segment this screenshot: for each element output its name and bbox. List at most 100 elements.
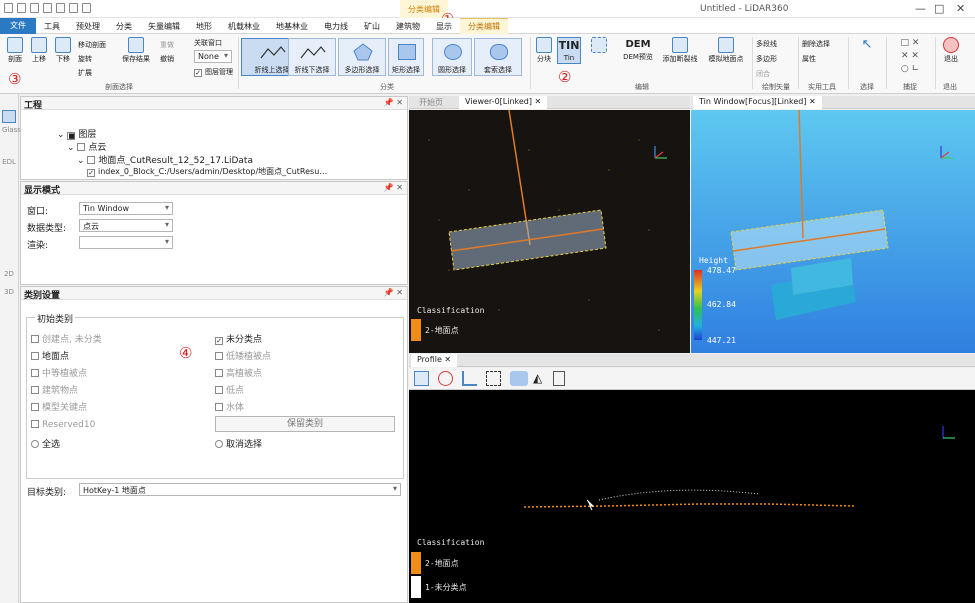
- keep-class-button[interactable]: 保留类别: [215, 416, 395, 432]
- snap-tools[interactable]: □ ✕ ✕ ✕ ○ ∟: [890, 37, 930, 76]
- cut-icon[interactable]: [56, 3, 65, 13]
- polygon-draw-button[interactable]: 多边形: [756, 54, 777, 64]
- tab-start-page[interactable]: 开始页: [413, 96, 449, 109]
- open-icon[interactable]: [17, 3, 26, 13]
- layer-management-checkbox[interactable]: ✓ 图层管理: [194, 67, 233, 77]
- expand-button[interactable]: 扩展: [78, 68, 92, 78]
- report-icon[interactable]: [553, 371, 565, 386]
- select-all-radio[interactable]: 全选: [31, 437, 60, 450]
- paste-icon[interactable]: [69, 3, 78, 13]
- arrow-down-icon: [55, 37, 71, 53]
- menu-terrain[interactable]: 地形: [188, 21, 220, 32]
- menu-powerline[interactable]: 电力线: [316, 21, 356, 32]
- rectangle-select[interactable]: 矩形选择: [388, 38, 424, 76]
- menu-terrestrial-forestry[interactable]: 地基林业: [268, 21, 316, 32]
- tree-block-file[interactable]: ✓ index_0_Block_C:/Users/admin/Desktop/地面…: [87, 166, 327, 177]
- close-shape-button[interactable]: 闭合: [756, 69, 770, 79]
- tab-viewer-0[interactable]: Viewer-0[Linked] ✕: [459, 96, 548, 109]
- maximize-button[interactable]: □: [934, 2, 944, 15]
- polygon-select[interactable]: 多边形选择: [338, 38, 386, 76]
- class-water[interactable]: 水体: [215, 400, 244, 413]
- pin-icon[interactable]: 📌 ✕: [384, 98, 403, 107]
- tin-viewer[interactable]: Height 478.47 462.84 447.21: [691, 110, 975, 353]
- class-ground[interactable]: 地面点: [31, 349, 69, 362]
- save-icon[interactable]: [30, 3, 39, 13]
- new-icon[interactable]: [4, 3, 13, 13]
- minimize-button[interactable]: —: [915, 2, 926, 15]
- menu-classify-edit[interactable]: 分类编辑: [460, 18, 508, 34]
- class-model-keypoint[interactable]: 模型关键点: [31, 400, 87, 413]
- polyline-draw-button[interactable]: 多段线: [756, 39, 777, 49]
- menu-tools[interactable]: 工具: [36, 21, 68, 32]
- move-profile-button[interactable]: 移动剖面: [78, 40, 106, 50]
- redo-button[interactable]: 重做: [160, 40, 174, 50]
- deselect-radio[interactable]: 取消选择: [215, 437, 262, 450]
- window-select[interactable]: Tin Window: [79, 202, 173, 215]
- profile-button[interactable]: 剖面: [4, 37, 26, 64]
- print-icon[interactable]: [82, 3, 91, 13]
- linked-window-select[interactable]: None: [194, 50, 232, 63]
- edl-toggle[interactable]: EDL: [2, 158, 16, 171]
- selection-box-button[interactable]: [586, 37, 612, 55]
- menu-file[interactable]: 文件: [0, 18, 36, 34]
- close-button[interactable]: ✕: [956, 2, 965, 15]
- move-down-button[interactable]: 下移: [52, 37, 74, 64]
- tree-layers[interactable]: ⌄ ■ 图层: [57, 127, 96, 140]
- class-unclassified[interactable]: ✓ 未分类点: [215, 332, 262, 345]
- rotate-view-icon[interactable]: [438, 371, 453, 386]
- pan-tool[interactable]: [2, 110, 16, 123]
- split-button[interactable]: 分块: [535, 37, 553, 64]
- save-result-button[interactable]: 保存结果: [120, 37, 152, 64]
- data-type-select[interactable]: 点云: [79, 219, 173, 232]
- dem-preview-button[interactable]: DEM DEM预览: [620, 37, 656, 62]
- pin-icon[interactable]: 📌 ✕: [384, 183, 403, 192]
- rotate-button[interactable]: 旋转: [78, 54, 92, 64]
- menu-classify[interactable]: 分类: [108, 21, 140, 32]
- class-low-point[interactable]: 低点: [215, 383, 244, 396]
- cube-view-icon[interactable]: [414, 371, 429, 386]
- class-low-vegetation[interactable]: 低矮植被点: [215, 349, 271, 362]
- triangle-icon[interactable]: ◭: [533, 371, 548, 386]
- copy-icon[interactable]: [43, 3, 52, 13]
- class-building[interactable]: 建筑物点: [31, 383, 78, 396]
- vector-group-label: 绘制矢量: [762, 83, 790, 91]
- move-up-button[interactable]: 上移: [28, 37, 50, 64]
- circle-select[interactable]: 圆形选择: [432, 38, 472, 76]
- exit-button[interactable]: 退出: [940, 37, 962, 64]
- add-breakline-button[interactable]: 添加断裂线: [660, 37, 700, 64]
- polyline-below-select[interactable]: 折线下选择: [288, 38, 336, 76]
- undo-button[interactable]: 撤销: [160, 54, 174, 64]
- menu-preprocess[interactable]: 预处理: [68, 21, 108, 32]
- viewer-3d[interactable]: Classification 2-地面点: [409, 110, 690, 353]
- lasso-select[interactable]: 套索选择: [474, 38, 522, 76]
- menu-mining[interactable]: 矿山: [356, 21, 388, 32]
- menu-building[interactable]: 建筑物: [388, 21, 428, 32]
- tree-ground-file[interactable]: ⌄ 地面点_CutResult_12_52_17.LiData: [77, 153, 253, 166]
- project-panel: 工程 📌 ✕ ⌄ ■ 图层 ⌄ 点云 ⌄ 地面点_CutResult_12_52_1…: [20, 96, 408, 180]
- profile-viewer[interactable]: Classification 2-地面点 1-未分类点: [409, 390, 975, 603]
- menu-airborne-forestry[interactable]: 机载林业: [220, 21, 268, 32]
- view-2d-button[interactable]: 2D: [2, 270, 16, 283]
- glass-toggle[interactable]: Glass: [2, 126, 21, 139]
- class-reserved10[interactable]: Reserved10: [31, 420, 95, 430]
- class-high-vegetation[interactable]: 高植被点: [215, 366, 262, 379]
- tab-profile[interactable]: Profile ✕: [411, 354, 458, 367]
- select-cursor-button[interactable]: ↖: [855, 37, 879, 53]
- class-created-unclassified[interactable]: 创建点, 未分类: [31, 332, 102, 345]
- target-class-select[interactable]: HotKey-1 地面点: [79, 483, 401, 496]
- render-select[interactable]: [79, 236, 173, 249]
- properties-button[interactable]: 属性: [802, 54, 816, 64]
- tab-tin-window[interactable]: Tin Window[Focus][Linked] ✕: [693, 96, 822, 109]
- crop-icon[interactable]: [486, 371, 501, 386]
- simulate-ground-button[interactable]: 模拟地面点: [704, 37, 748, 64]
- tree-pointcloud[interactable]: ⌄ 点云: [67, 140, 106, 153]
- measure-icon[interactable]: [462, 371, 477, 386]
- view-3d-button[interactable]: 3D: [2, 288, 16, 301]
- pin-icon[interactable]: 📌 ✕: [384, 288, 403, 297]
- ground-profile-icon[interactable]: [510, 371, 528, 386]
- menu-vector-edit[interactable]: 矢量编辑: [140, 21, 188, 32]
- delete-selection-button[interactable]: 删除选择: [802, 39, 830, 49]
- menu-display[interactable]: 显示: [428, 21, 460, 32]
- tin-button[interactable]: TIN Tin: [557, 37, 581, 64]
- class-medium-vegetation[interactable]: 中等植被点: [31, 366, 87, 379]
